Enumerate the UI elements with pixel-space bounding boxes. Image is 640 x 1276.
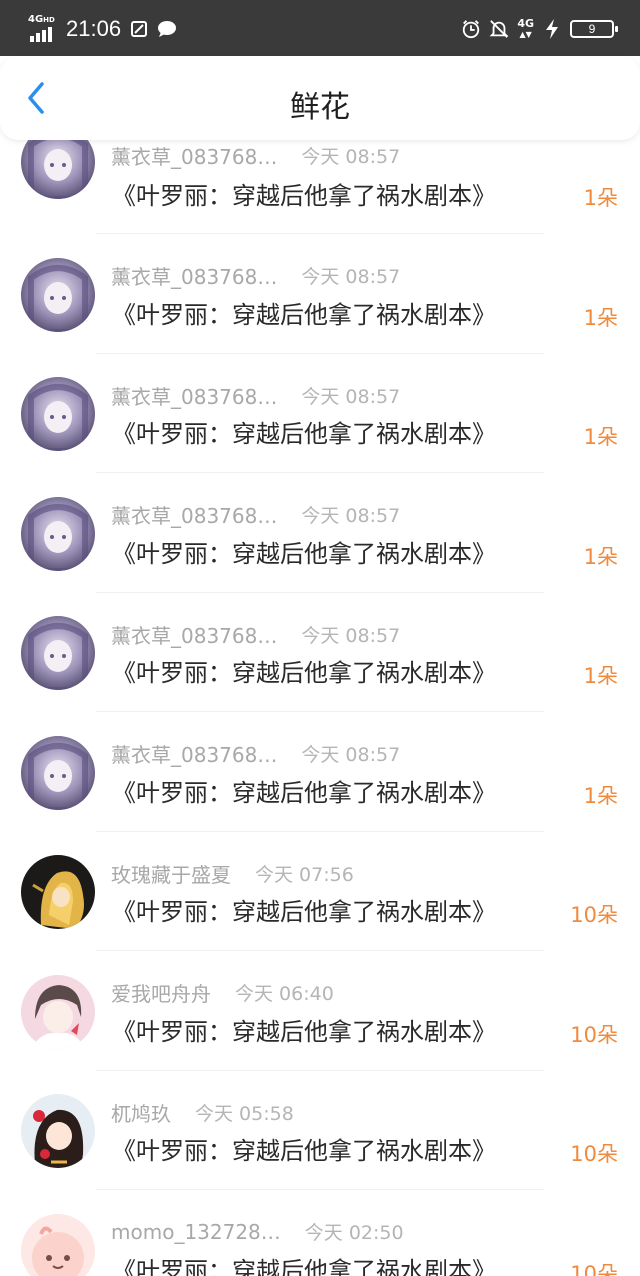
- avatar[interactable]: [21, 616, 95, 690]
- divider: [96, 1189, 544, 1190]
- list-item[interactable]: 薰衣草_083768… 今天 08:57 《叶罗丽：穿越后他拿了祸水剧本》 1朵: [0, 240, 640, 360]
- book-title[interactable]: 《叶罗丽：穿越后他拿了祸水剧本》: [112, 773, 496, 807]
- sender-info: 薰衣草_083768… 今天 08:57: [111, 381, 401, 410]
- sender-name[interactable]: 薰衣草_083768…: [111, 620, 277, 649]
- list-item[interactable]: 薰衣草_083768… 今天 08:57 《叶罗丽：穿越后他拿了祸水剧本》 1朵: [0, 479, 640, 599]
- sim-icon: [129, 19, 149, 39]
- charging-icon: [542, 19, 562, 39]
- divider: [96, 1069, 544, 1071]
- avatar[interactable]: [21, 496, 95, 571]
- sender-name[interactable]: momo_132728…: [111, 1220, 281, 1244]
- book-title[interactable]: 《叶罗丽：穿越后他拿了祸水剧本》: [112, 176, 496, 210]
- battery-icon: 9: [570, 20, 618, 38]
- flower-count: 1朵: [583, 425, 618, 449]
- avatar[interactable]: [21, 735, 95, 810]
- sender-name[interactable]: 薰衣草_083768…: [111, 141, 277, 170]
- book-title[interactable]: 《叶罗丽：穿越后他拿了祸水剧本》: [112, 1251, 496, 1276]
- divider: [96, 950, 544, 951]
- gift-time: 今天 08:57: [301, 385, 401, 408]
- gift-time: 今天 07:56: [255, 863, 354, 886]
- list-item[interactable]: 薰衣草_083768… 今天 08:57 《叶罗丽：穿越后他拿了祸水剧本》 1朵: [0, 598, 640, 718]
- list-item[interactable]: 薰衣草_083768… 今天 08:57 《叶罗丽：穿越后他拿了祸水剧本》 1朵: [0, 359, 640, 479]
- avatar[interactable]: [21, 855, 95, 929]
- gift-time: 今天 02:50: [304, 1222, 404, 1244]
- divider: [96, 472, 544, 473]
- avatar[interactable]: [21, 1213, 95, 1276]
- list-item[interactable]: 薰衣草_083768… 今天 08:57 《叶罗丽：穿越后他拿了祸水剧本》 1朵: [0, 140, 640, 240]
- flower-count: 1朵: [583, 186, 618, 210]
- alarm-icon: [461, 19, 481, 39]
- sender-name[interactable]: 薰衣草_083768…: [111, 381, 277, 410]
- divider: [96, 830, 544, 832]
- divider: [96, 591, 544, 593]
- divider: [96, 711, 544, 712]
- gift-time: 今天 08:57: [301, 624, 401, 647]
- sender-info: 薰衣草_083768… 今天 08:57: [111, 741, 400, 767]
- flower-count: 1朵: [583, 664, 618, 688]
- status-time: 21:06: [66, 16, 122, 41]
- sender-name[interactable]: 薰衣草_083768…: [111, 261, 277, 290]
- sender-info: 薰衣草_083768… 今天 08:57: [111, 502, 400, 528]
- status-bar: 4GHD 21:06 4G ▲▼ 9: [0, 0, 640, 56]
- sender-info: 爱我吧舟舟 今天 06:40: [111, 980, 334, 1006]
- sender-name[interactable]: 爱我吧舟舟: [111, 978, 211, 1007]
- avatar[interactable]: [21, 140, 95, 199]
- list-item[interactable]: 爱我吧舟舟 今天 06:40 《叶罗丽：穿越后他拿了祸水剧本》 10朵: [0, 957, 640, 1077]
- avatar[interactable]: [21, 974, 95, 1049]
- battery-level: 9: [588, 22, 596, 36]
- divider: [96, 352, 544, 354]
- sender-info: 薰衣草_083768… 今天 08:57: [111, 620, 401, 649]
- list-item[interactable]: momo_132728… 今天 02:50 《叶罗丽：穿越后他拿了祸水剧本》 1…: [0, 1196, 640, 1276]
- book-title[interactable]: 《叶罗丽：穿越后他拿了祸水剧本》: [112, 653, 496, 687]
- sender-info: 薰衣草_083768… 今天 08:57: [111, 263, 400, 289]
- flower-count: 1朵: [583, 783, 618, 808]
- flower-count: 10朵: [570, 1022, 618, 1047]
- sender-name[interactable]: 杌鸠玖: [111, 1098, 171, 1127]
- sender-name[interactable]: 玫瑰藏于盛夏: [111, 859, 231, 888]
- gift-time: 今天 08:57: [301, 744, 401, 766]
- list-item[interactable]: 薰衣草_083768… 今天 08:57 《叶罗丽：穿越后他拿了祸水剧本》 1朵: [0, 718, 640, 838]
- flower-count: 1朵: [583, 544, 618, 569]
- mobile-data-icon: 4G ▲▼: [517, 16, 534, 39]
- sender-info: 薰衣草_083768… 今天 08:57: [111, 141, 401, 170]
- book-title[interactable]: 《叶罗丽：穿越后他拿了祸水剧本》: [112, 1012, 496, 1046]
- mute-bell-icon: [489, 19, 509, 39]
- page-title: 鲜花: [290, 90, 350, 125]
- gift-time: 今天 08:57: [301, 266, 401, 288]
- sender-name[interactable]: 薰衣草_083768…: [111, 500, 277, 529]
- chat-bubble-icon: [157, 19, 177, 39]
- sender-name[interactable]: 薰衣草_083768…: [111, 739, 277, 768]
- list-item[interactable]: 玫瑰藏于盛夏 今天 07:56 《叶罗丽：穿越后他拿了祸水剧本》 10朵: [0, 837, 640, 957]
- gift-time: 今天 06:40: [235, 983, 334, 1005]
- gift-time: 今天 08:57: [301, 145, 401, 168]
- flower-count: 1朵: [583, 305, 618, 330]
- book-title[interactable]: 《叶罗丽：穿越后他拿了祸水剧本》: [112, 295, 496, 329]
- flower-count: 10朵: [570, 1261, 618, 1276]
- sender-info: 杌鸠玖 今天 05:58: [111, 1098, 294, 1127]
- book-title[interactable]: 《叶罗丽：穿越后他拿了祸水剧本》: [112, 892, 496, 926]
- status-bar-right: 4G ▲▼ 9: [461, 16, 618, 42]
- divider: [96, 233, 544, 234]
- navigation-bar: 鲜花: [0, 56, 640, 140]
- book-title[interactable]: 《叶罗丽：穿越后他拿了祸水剧本》: [112, 534, 496, 568]
- gift-time: 今天 08:57: [301, 505, 401, 527]
- book-title[interactable]: 《叶罗丽：穿越后他拿了祸水剧本》: [112, 1131, 496, 1165]
- flower-count: 10朵: [570, 1142, 618, 1166]
- flower-count: 10朵: [570, 903, 618, 927]
- status-bar-left: 4GHD 21:06: [28, 14, 177, 44]
- book-title[interactable]: 《叶罗丽：穿越后他拿了祸水剧本》: [112, 414, 496, 448]
- signal-icon: 4GHD: [28, 14, 58, 42]
- list-item[interactable]: 杌鸠玖 今天 05:58 《叶罗丽：穿越后他拿了祸水剧本》 10朵: [0, 1076, 640, 1196]
- sender-info: momo_132728… 今天 02:50: [111, 1219, 404, 1245]
- avatar[interactable]: [21, 377, 95, 451]
- avatar[interactable]: [21, 1094, 95, 1168]
- avatar[interactable]: [21, 257, 95, 332]
- sender-info: 玫瑰藏于盛夏 今天 07:56: [111, 859, 354, 888]
- flower-gift-list: 薰衣草_083768… 今天 08:57 《叶罗丽：穿越后他拿了祸水剧本》 1朵…: [0, 140, 640, 1276]
- gift-time: 今天 05:58: [195, 1102, 294, 1125]
